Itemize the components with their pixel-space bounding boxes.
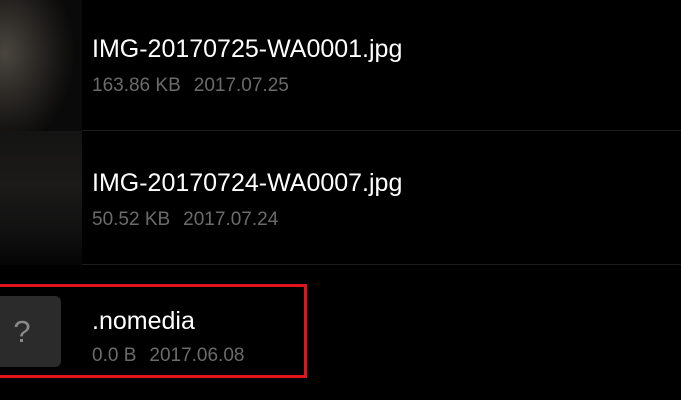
file-size: 163.86 KB [92,75,181,96]
file-meta: 163.86 KB 2017.07.25 [92,75,289,97]
image-thumbnail [0,0,82,131]
file-item-img-20170724-wa0007[interactable]: IMG-20170724-WA0007.jpg 50.52 KB 2017.07.… [0,131,681,265]
file-date: 2017.07.25 [193,75,289,96]
file-date: 2017.06.08 [149,345,245,366]
file-name: IMG-20170725-WA0001.jpg [92,35,403,63]
image-thumbnail [0,131,82,265]
file-name: .nomedia [92,307,195,335]
file-item-img-20170725-wa0001[interactable]: IMG-20170725-WA0001.jpg 163.86 KB 2017.07… [0,0,681,131]
file-size: 50.52 KB [92,209,171,230]
file-size: 0.0 B [92,345,137,366]
file-name: IMG-20170724-WA0007.jpg [92,169,403,197]
file-item-nomedia[interactable]: ? .nomedia 0.0 B 2017.06.08 [0,265,681,400]
file-list: IMG-20170725-WA0001.jpg 163.86 KB 2017.07… [0,0,681,400]
file-meta: 50.52 KB 2017.07.24 [92,209,278,231]
file-date: 2017.07.24 [183,209,279,230]
question-mark-icon: ? [13,314,31,349]
unknown-file-icon: ? [0,296,61,367]
file-meta: 0.0 B 2017.06.08 [92,345,244,367]
